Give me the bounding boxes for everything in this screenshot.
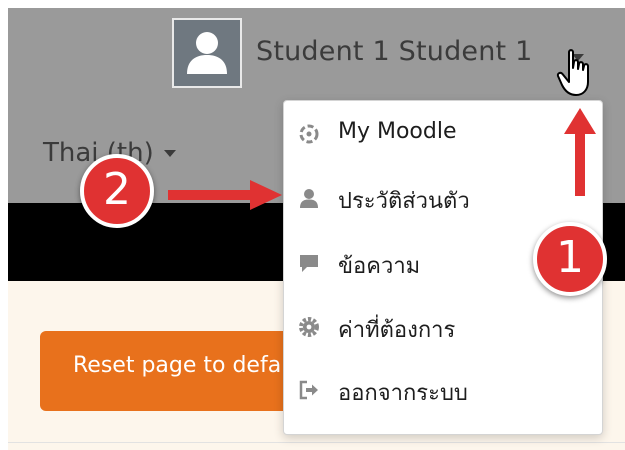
- sign-out-icon: [299, 380, 318, 400]
- annotation-step-2-badge: 2: [80, 154, 154, 228]
- annotation-step-1-badge: 1: [533, 222, 607, 296]
- menu-item-preferences[interactable]: ค่าที่ต้องการ: [284, 302, 602, 352]
- user-icon: [300, 189, 318, 208]
- hand-cursor-icon: [556, 49, 589, 96]
- annotation-arrow-right: [168, 180, 282, 210]
- annotation-arrow-up: [564, 108, 596, 196]
- user-avatar-icon: [187, 32, 227, 74]
- menu-item-profile[interactable]: ประวัติส่วนตัว: [284, 173, 602, 223]
- content-divider: [8, 442, 625, 443]
- menu-item-label: ข้อความ: [338, 254, 421, 279]
- menu-item-logout[interactable]: ออกจากระบบ: [284, 365, 602, 415]
- reset-page-button[interactable]: Reset page to default: [40, 331, 300, 411]
- menu-item-label: ออกจากระบบ: [338, 381, 468, 406]
- user-avatar[interactable]: [172, 18, 242, 88]
- dashboard-icon: [299, 124, 319, 144]
- menu-item-label: ประวัติส่วนตัว: [338, 189, 470, 214]
- user-menu-toggle[interactable]: Student 1 Student 1: [256, 36, 532, 67]
- comment-icon: [300, 255, 318, 272]
- menu-item-label: ค่าที่ต้องการ: [338, 318, 456, 343]
- gear-icon: [299, 317, 319, 337]
- menu-item-label: My Moodle: [338, 119, 457, 144]
- caret-down-icon: [163, 150, 176, 157]
- menu-item-my-moodle[interactable]: My Moodle: [284, 109, 602, 159]
